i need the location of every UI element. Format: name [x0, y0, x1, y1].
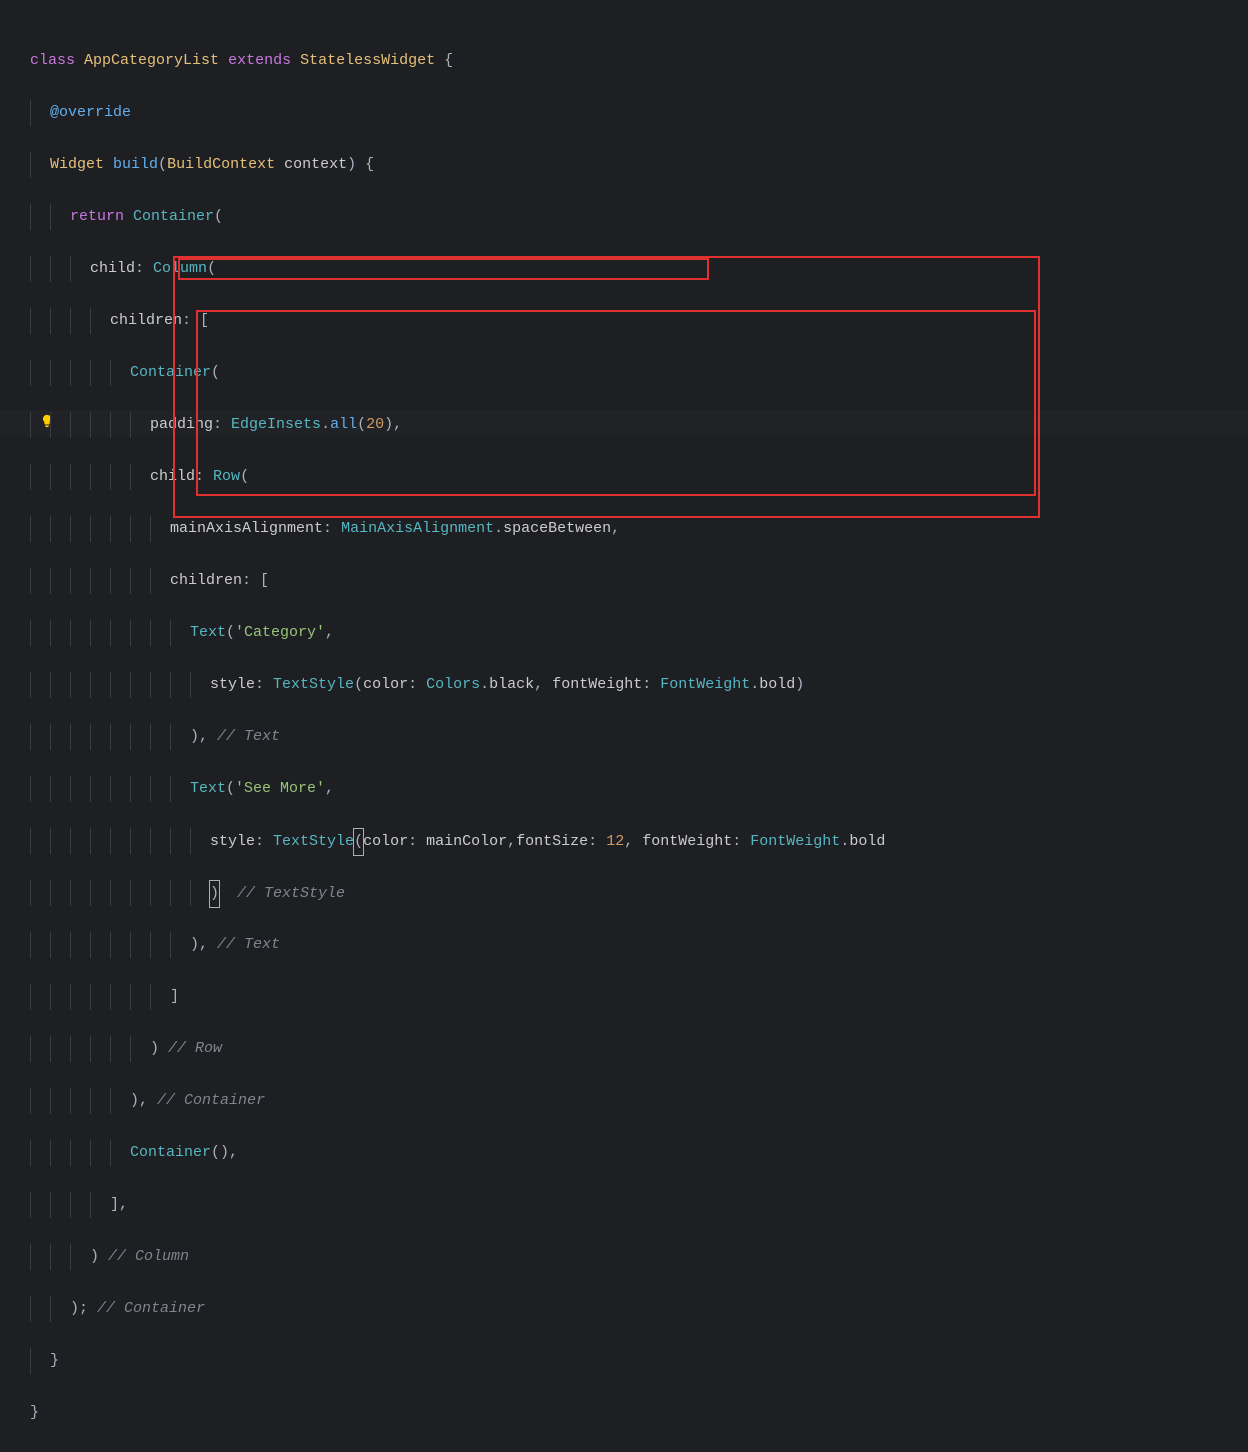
value: black [489, 676, 534, 693]
comment: // Container [157, 1092, 265, 1109]
property: child [150, 468, 195, 485]
class-name: StatelessWidget [300, 52, 435, 69]
property: padding [150, 416, 213, 433]
bracket-match: ) [209, 880, 220, 908]
class-name: EdgeInsets [231, 416, 321, 433]
method-name: build [113, 156, 158, 173]
property: child [90, 260, 135, 277]
keyword: class [30, 52, 75, 69]
number: 12 [606, 833, 624, 850]
string: 'Category' [235, 624, 325, 641]
property: children [110, 312, 182, 329]
property: style [210, 676, 255, 693]
class-name: FontWeight [660, 676, 750, 693]
property: fontWeight [552, 676, 642, 693]
number: 20 [366, 416, 384, 433]
class-name: AppCategoryList [84, 52, 219, 69]
property: children [170, 572, 242, 589]
string: 'See More' [235, 780, 325, 797]
class-name: Colors [426, 676, 480, 693]
property: color [363, 676, 408, 693]
method: all [330, 416, 357, 433]
class-name: FontWeight [750, 833, 840, 850]
keyword: extends [228, 52, 291, 69]
comment: // Text [217, 728, 280, 745]
annotation: @override [50, 104, 131, 121]
comment: // Container [97, 1300, 205, 1317]
keyword: return [70, 208, 124, 225]
class-name: TextStyle [273, 676, 354, 693]
property: mainAxisAlignment [170, 520, 323, 537]
value: bold [759, 676, 795, 693]
comment: // Row [168, 1040, 222, 1057]
type: Widget [50, 156, 104, 173]
class-name: Text [190, 624, 226, 641]
class-name: Row [213, 468, 240, 485]
class-name: MainAxisAlignment [341, 520, 494, 537]
property: style [210, 833, 255, 850]
class-name: Container [130, 364, 211, 381]
comment: // TextStyle [237, 885, 345, 902]
param: context [284, 156, 347, 173]
identifier: mainColor [426, 833, 507, 850]
property: color [363, 833, 408, 850]
property: fontSize [516, 833, 588, 850]
class-name: Container [133, 208, 214, 225]
type: BuildContext [167, 156, 275, 173]
class-name: Column [153, 260, 207, 277]
value: spaceBetween [503, 520, 611, 537]
comment: // Column [108, 1248, 189, 1265]
code-editor[interactable]: class AppCategoryList extends StatelessW… [30, 22, 885, 1452]
class-name: Text [190, 780, 226, 797]
property: fontWeight [642, 833, 732, 850]
value: bold [849, 833, 885, 850]
class-name: Container [130, 1144, 211, 1161]
comment: // Text [217, 936, 280, 953]
class-name: TextStyle [273, 833, 354, 850]
